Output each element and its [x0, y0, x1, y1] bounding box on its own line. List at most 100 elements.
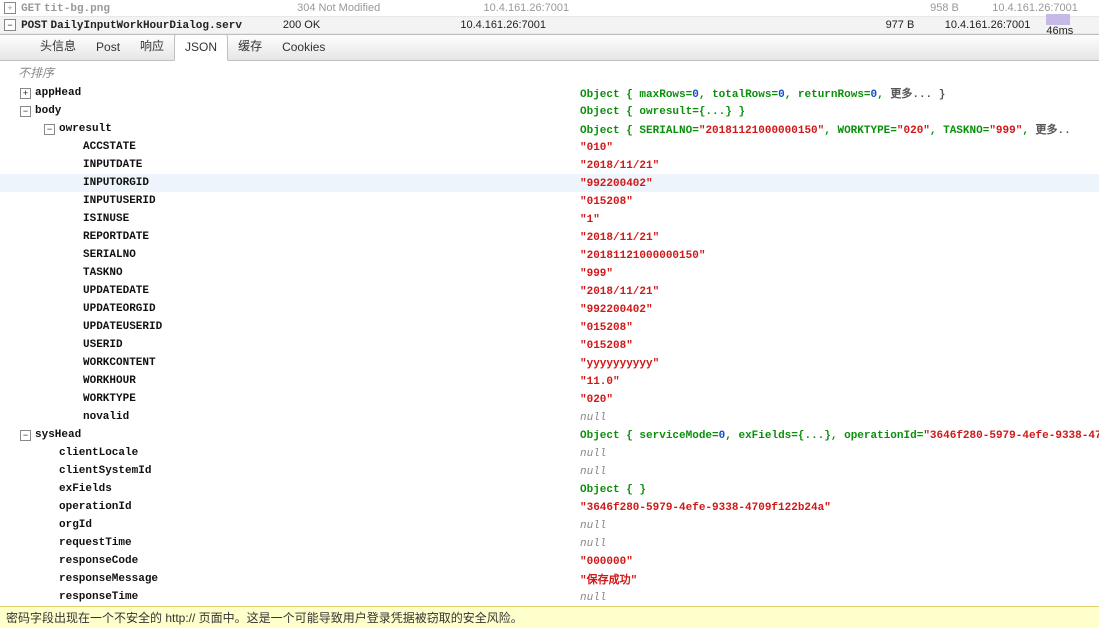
- twist-spacer: [68, 160, 79, 171]
- json-row[interactable]: clientSystemIdnull: [0, 462, 1099, 480]
- json-value: "992200402": [580, 303, 1099, 316]
- twist-spacer: [68, 214, 79, 225]
- json-value: "11.0": [580, 375, 1099, 388]
- json-value: null: [580, 591, 1099, 604]
- json-row[interactable]: TASKNO"999": [0, 264, 1099, 282]
- json-key: body: [35, 105, 61, 117]
- tab-cookies[interactable]: Cookies: [272, 35, 335, 60]
- json-row[interactable]: USERID"015208": [0, 336, 1099, 354]
- json-row[interactable]: requestTimenull: [0, 534, 1099, 552]
- json-key: UPDATEUSERID: [83, 321, 162, 333]
- request-row[interactable]: + GET tit-bg.png 304 Not Modified 10.4.1…: [0, 0, 1099, 17]
- twist-spacer: [44, 574, 55, 585]
- json-value: null: [580, 447, 1099, 460]
- json-row[interactable]: REPORTDATE"2018/11/21": [0, 228, 1099, 246]
- json-value: Object { owresult={...} }: [580, 105, 1099, 118]
- collapse-icon[interactable]: −: [44, 124, 55, 135]
- json-value: "2018/11/21": [580, 159, 1099, 172]
- json-row[interactable]: clientLocalenull: [0, 444, 1099, 462]
- request-size: 958 B: [930, 2, 992, 14]
- security-warning: 密码字段出现在一个不安全的 http:// 页面中。这是一个可能导致用户登录凭据…: [0, 606, 1099, 628]
- expand-icon[interactable]: +: [20, 88, 31, 99]
- twist-spacer: [68, 358, 79, 369]
- json-row[interactable]: ACCSTATE"010": [0, 138, 1099, 156]
- json-row[interactable]: −sysHead Object { serviceMode=0, exFields…: [0, 426, 1099, 444]
- twist-spacer: [44, 484, 55, 495]
- json-key: appHead: [35, 87, 81, 99]
- json-row[interactable]: exFields Object { }: [0, 480, 1099, 498]
- twist-spacer: [68, 286, 79, 297]
- sort-toggle[interactable]: 不排序: [0, 61, 1099, 81]
- json-row[interactable]: WORKTYPE"020": [0, 390, 1099, 408]
- json-key: sysHead: [35, 429, 81, 441]
- json-row[interactable]: novalid null: [0, 408, 1099, 426]
- json-key: novalid: [83, 411, 129, 423]
- json-row[interactable]: responseTime null: [0, 588, 1099, 606]
- json-key: operationId: [59, 501, 132, 513]
- json-value: "yyyyyyyyyy": [580, 357, 1099, 370]
- twist-spacer: [68, 304, 79, 315]
- json-row[interactable]: WORKCONTENT"yyyyyyyyyy": [0, 354, 1099, 372]
- request-status: 304 Not Modified: [297, 2, 483, 14]
- json-key: ISINUSE: [83, 213, 129, 225]
- twist-spacer: [44, 520, 55, 531]
- twist-spacer: [68, 142, 79, 153]
- json-value: "015208": [580, 321, 1099, 334]
- twist-spacer: [44, 556, 55, 567]
- json-key: clientSystemId: [59, 465, 151, 477]
- json-key: owresult: [59, 123, 112, 135]
- request-url: tit-bg.png: [44, 3, 110, 15]
- request-size: 977 B: [886, 19, 945, 31]
- expand-icon[interactable]: +: [4, 2, 16, 14]
- network-request-list: + GET tit-bg.png 304 Not Modified 10.4.1…: [0, 0, 1099, 34]
- json-row[interactable]: responseMessage"保存成功": [0, 570, 1099, 588]
- json-key: orgId: [59, 519, 92, 531]
- twist-spacer: [44, 502, 55, 513]
- json-value: "1": [580, 213, 1099, 226]
- json-key: exFields: [59, 483, 112, 495]
- tab-post[interactable]: Post: [86, 35, 130, 60]
- request-time: 46ms: [1046, 25, 1073, 37]
- json-row[interactable]: orgIdnull: [0, 516, 1099, 534]
- json-value: Object { serviceMode=0, exFields={...}, …: [580, 429, 1099, 442]
- json-row[interactable]: UPDATEORGID"992200402": [0, 300, 1099, 318]
- json-row[interactable]: responseCode"000000": [0, 552, 1099, 570]
- detail-tabbar: 头信息 Post 响应 JSON 缓存 Cookies: [0, 34, 1099, 61]
- twist-spacer: [44, 466, 55, 477]
- json-row[interactable]: ISINUSE "1": [0, 210, 1099, 228]
- json-row[interactable]: INPUTORGID "992200402": [0, 174, 1099, 192]
- collapse-icon[interactable]: −: [4, 19, 16, 31]
- collapse-icon[interactable]: −: [20, 430, 31, 441]
- json-key: USERID: [83, 339, 123, 351]
- json-row[interactable]: SERIALNO"20181121000000150": [0, 246, 1099, 264]
- tab-cache[interactable]: 缓存: [228, 32, 272, 60]
- json-row[interactable]: INPUTUSERID"015208": [0, 192, 1099, 210]
- json-row[interactable]: INPUTDATE"2018/11/21": [0, 156, 1099, 174]
- json-key: responseTime: [59, 591, 138, 603]
- json-row[interactable]: −body Object { owresult={...} }: [0, 102, 1099, 120]
- json-value: Object { }: [580, 483, 1099, 496]
- json-row[interactable]: −owresult Object { SERIALNO="201811210000…: [0, 120, 1099, 138]
- json-value: null: [580, 411, 1099, 424]
- tab-json[interactable]: JSON: [174, 34, 228, 61]
- json-row[interactable]: WORKHOUR"11.0": [0, 372, 1099, 390]
- json-row[interactable]: operationId"3646f280-5979-4efe-9338-4709…: [0, 498, 1099, 516]
- timing-bar: 46ms: [1046, 13, 1099, 37]
- twist-spacer: [68, 250, 79, 261]
- json-value: "020": [580, 393, 1099, 406]
- json-key: INPUTORGID: [83, 177, 149, 189]
- json-value: Object { SERIALNO="20181121000000150", W…: [580, 121, 1099, 137]
- json-value: "992200402": [580, 177, 1099, 190]
- json-row[interactable]: +appHeadObject { maxRows=0, totalRows=0,…: [0, 84, 1099, 102]
- collapse-icon[interactable]: −: [20, 106, 31, 117]
- json-key: ACCSTATE: [83, 141, 136, 153]
- tab-response[interactable]: 响应: [130, 32, 174, 60]
- twist-spacer: [68, 178, 79, 189]
- json-row[interactable]: UPDATEUSERID "015208": [0, 318, 1099, 336]
- json-key: requestTime: [59, 537, 132, 549]
- tab-headers[interactable]: 头信息: [30, 32, 86, 60]
- twist-spacer: [68, 268, 79, 279]
- json-key: INPUTUSERID: [83, 195, 156, 207]
- request-method: GET: [21, 3, 41, 15]
- json-row[interactable]: UPDATEDATE"2018/11/21": [0, 282, 1099, 300]
